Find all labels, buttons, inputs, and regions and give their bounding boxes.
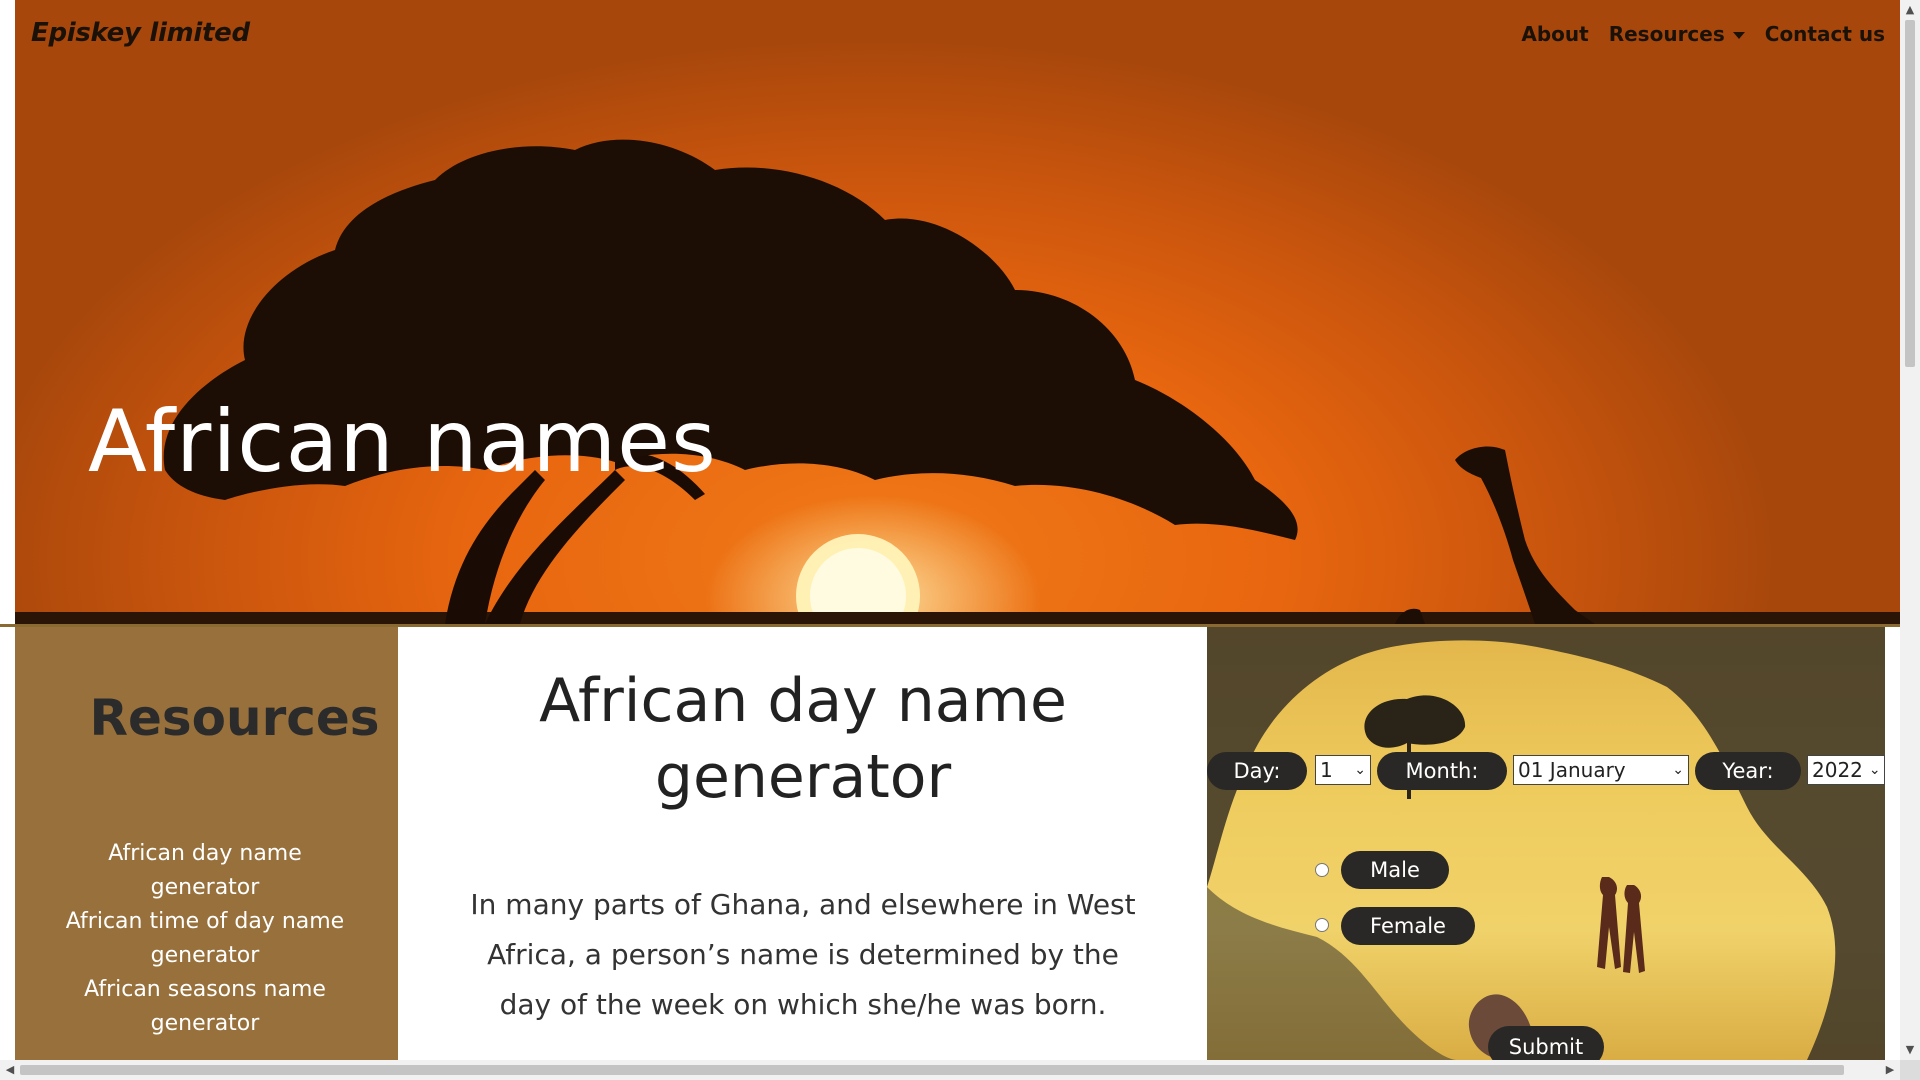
page-title: African day name generator [539, 666, 1067, 812]
arrow-down-icon[interactable]: ▼ [1900, 1040, 1920, 1060]
intro-paragraph: In many parts of Ghana, and elsewhere in… [470, 888, 1136, 1021]
hero-banner: Episkey limited About Resources Contact … [15, 0, 1900, 624]
horizontal-scrollbar[interactable]: ◀ ▶ [0, 1060, 1900, 1080]
hero-title: African names [88, 392, 717, 492]
year-select-value: 2022 [1812, 758, 1863, 782]
chevron-down-icon: ⌄ [1868, 762, 1881, 778]
day-label: Day: [1207, 752, 1307, 790]
horizontal-scroll-thumb[interactable] [20, 1065, 1844, 1075]
vertical-scroll-thumb[interactable] [1905, 20, 1915, 367]
sidebar-item: African time of day name generator [55, 905, 355, 973]
male-label[interactable]: Male [1341, 851, 1449, 889]
month-label: Month: [1377, 752, 1507, 790]
sidebar-link-list: African day name generator African time … [55, 837, 355, 1041]
chevron-down-icon: ⌄ [1672, 762, 1684, 778]
year-select[interactable]: 2022 ⌄ [1807, 755, 1885, 785]
sidebar-heading: Resources [89, 689, 380, 747]
scrollbar-corner [1900, 1060, 1920, 1080]
sidebar-item: African seasons name generator [55, 973, 355, 1041]
sidebar-item: African day name generator [55, 837, 355, 905]
year-label: Year: [1695, 752, 1801, 790]
month-select[interactable]: 01 January ⌄ [1513, 755, 1689, 785]
month-select-value: 01 January [1518, 758, 1626, 782]
nav-resources-dropdown[interactable]: Resources [1609, 22, 1745, 46]
nav-contact-link[interactable]: Contact us [1765, 22, 1885, 46]
male-radio[interactable] [1315, 863, 1329, 877]
nav-about-link[interactable]: About [1521, 22, 1588, 46]
day-select[interactable]: 1 ⌄ [1315, 755, 1371, 785]
main-nav: About Resources Contact us [1521, 22, 1885, 46]
vertical-scrollbar[interactable]: ▲ ▼ [1900, 0, 1920, 1060]
arrow-left-icon[interactable]: ◀ [0, 1060, 20, 1080]
arrow-up-icon[interactable]: ▲ [1900, 0, 1920, 20]
brand-logo-link[interactable]: Episkey limited [31, 18, 250, 48]
resources-sidebar: Resources African day name generator Afr… [15, 627, 398, 1060]
female-radio[interactable] [1315, 918, 1329, 932]
page: Episkey limited About Resources Contact … [0, 0, 1900, 1060]
sunset-savanna-illustration [15, 139, 1900, 624]
caret-down-icon [1732, 32, 1745, 39]
generator-form-panel: Day: 1 ⌄ Month: 01 January ⌄ Year: 2022 … [1207, 627, 1885, 1060]
nav-resources-label: Resources [1608, 22, 1725, 46]
africa-map-painting [1207, 627, 1885, 1060]
female-label[interactable]: Female [1341, 907, 1475, 945]
day-select-value: 1 [1320, 758, 1333, 782]
chevron-down-icon: ⌄ [1354, 762, 1366, 778]
sidebar-link-time-of-day-name[interactable]: African time of day name generator [55, 905, 355, 973]
sidebar-link-day-name[interactable]: African day name generator [55, 837, 355, 905]
main-content: African day name generator In many parts… [398, 627, 1207, 1060]
arrow-right-icon[interactable]: ▶ [1880, 1060, 1900, 1080]
sidebar-link-seasons-name[interactable]: African seasons name generator [55, 973, 355, 1041]
submit-button[interactable]: Submit [1488, 1026, 1604, 1060]
